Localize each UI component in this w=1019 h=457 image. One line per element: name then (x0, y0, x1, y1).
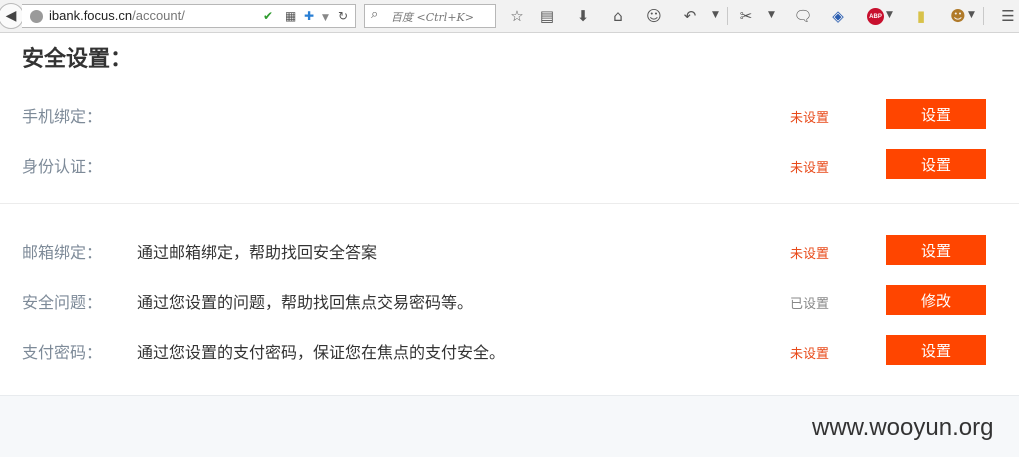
row-label: 身份认证： (22, 157, 103, 176)
crop-dropdown-icon[interactable]: ▼ (768, 10, 775, 20)
reload-icon[interactable]: ↻ (338, 9, 348, 23)
plus-icon[interactable]: ✚ (304, 9, 314, 23)
download-icon[interactable]: ⬇ (573, 6, 593, 26)
chat-icon[interactable]: ☺ (644, 6, 664, 26)
section-title: 安全设置： (22, 47, 133, 72)
security-shield-icon[interactable]: ◈ (828, 6, 848, 26)
row-description: 通过您设置的问题，帮助找回焦点交易密码等。 (137, 293, 474, 312)
row-label: 支付密码： (22, 343, 103, 362)
search-bar[interactable]: ⌕ 百度 <Ctrl+K> (364, 4, 496, 28)
monkey-dropdown-icon[interactable]: ▼ (968, 10, 975, 20)
undo-icon[interactable]: ↶ (680, 6, 700, 26)
security-row-identity: 身份认证： 未设置 设置 (0, 149, 1019, 183)
back-icon[interactable]: ◀ (0, 3, 24, 29)
search-placeholder: 百度 <Ctrl+K> (391, 11, 474, 24)
status-text: 未设置 (790, 347, 830, 362)
url-path: /account/ (132, 8, 185, 23)
set-identity-button[interactable]: 设置 (886, 149, 986, 179)
row-description: 通过您设置的支付密码，保证您在焦点的支付安全。 (137, 343, 506, 362)
globe-icon (30, 10, 43, 23)
status-text: 未设置 (790, 111, 830, 126)
toolbar-separator (983, 7, 984, 25)
adblock-dropdown-icon[interactable]: ▼ (886, 10, 893, 20)
crop-icon[interactable]: ✂ (736, 6, 756, 26)
shield-icon[interactable]: ✔ (263, 9, 273, 23)
browser-toolbar: ◀ ibank.focus.cn/account/ ✔ ▦ ✚ ▼ ↻ ⌕ 百度… (0, 0, 1019, 33)
watermark: www.wooyun.org (812, 414, 994, 441)
bookmark-star-icon[interactable]: ☆ (507, 6, 527, 26)
home-icon[interactable]: ⌂ (608, 6, 628, 26)
speech-icon[interactable]: 🗨 (793, 6, 813, 26)
security-row-email: 邮箱绑定： 通过邮箱绑定，帮助找回安全答案 未设置 设置 (0, 235, 1019, 269)
set-payment-password-button[interactable]: 设置 (886, 335, 986, 365)
monkey-icon[interactable]: ☻ (948, 6, 968, 26)
url-text: ibank.focus.cn/account/ (49, 8, 185, 23)
set-phone-button[interactable]: 设置 (886, 99, 986, 129)
url-host: ibank.focus.cn (49, 8, 133, 23)
url-bar[interactable]: ibank.focus.cn/account/ ✔ ▦ ✚ ▼ ↻ (22, 4, 356, 28)
search-icon: ⌕ (371, 7, 379, 22)
status-text: 已设置 (790, 297, 830, 312)
security-row-phone: 手机绑定： 未设置 设置 (0, 99, 1019, 133)
clipboard-icon[interactable]: ▤ (537, 6, 557, 26)
row-label: 手机绑定： (22, 107, 103, 126)
qr-icon[interactable]: ▦ (285, 9, 296, 23)
note-icon[interactable]: ▮ (911, 6, 931, 26)
row-label: 安全问题： (22, 293, 103, 312)
row-label: 邮箱绑定： (22, 243, 103, 262)
modify-question-button[interactable]: 修改 (886, 285, 986, 315)
row-description: 通过邮箱绑定，帮助找回安全答案 (137, 243, 378, 262)
status-text: 未设置 (790, 161, 830, 176)
security-row-payment-password: 支付密码： 通过您设置的支付密码，保证您在焦点的支付安全。 未设置 设置 (0, 335, 1019, 369)
dropdown-icon[interactable]: ▼ (322, 11, 329, 25)
security-row-question: 安全问题： 通过您设置的问题，帮助找回焦点交易密码等。 已设置 修改 (0, 285, 1019, 319)
toolbar-separator (727, 7, 728, 25)
section-divider (0, 203, 1019, 204)
status-text: 未设置 (790, 247, 830, 262)
menu-icon[interactable]: ☰ (998, 6, 1018, 26)
set-email-button[interactable]: 设置 (886, 235, 986, 265)
adblock-icon[interactable]: ABP (867, 8, 884, 25)
undo-dropdown-icon[interactable]: ▼ (712, 10, 719, 20)
